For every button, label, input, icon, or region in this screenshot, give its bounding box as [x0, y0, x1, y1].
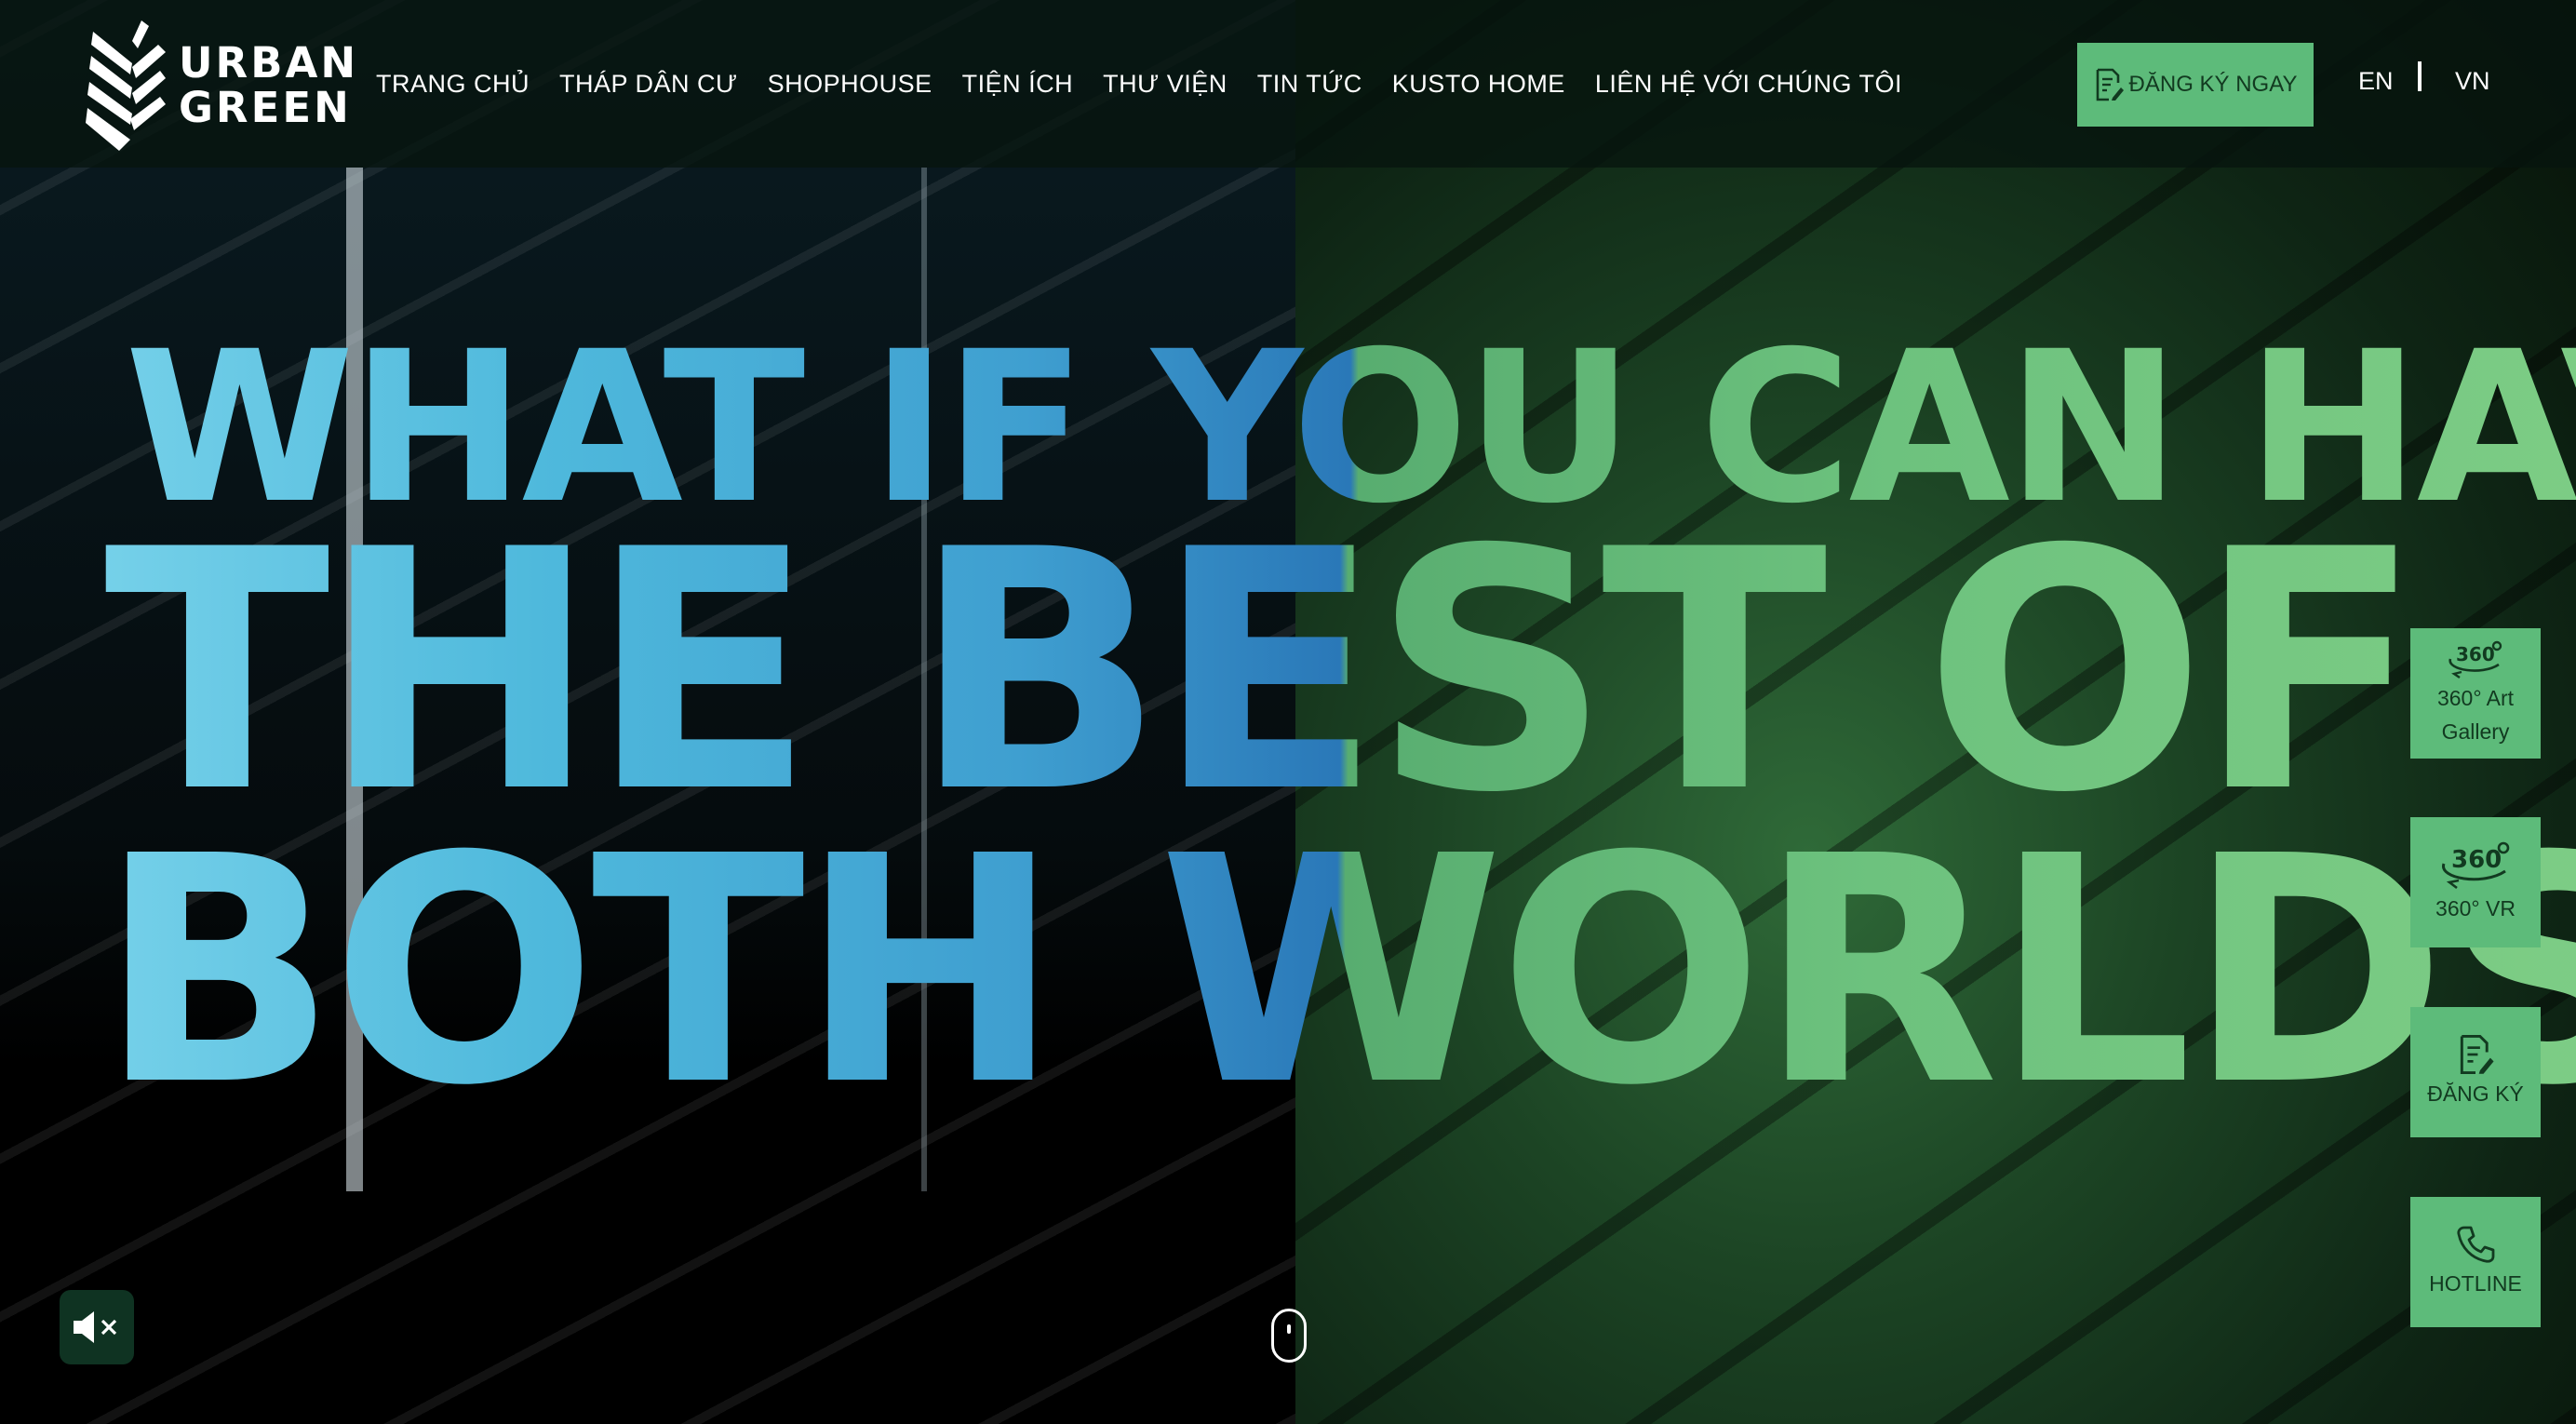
- scroll-wheel-dot: [1287, 1324, 1291, 1334]
- brand-wordmark: URBAN GREEN: [179, 41, 358, 130]
- 360-icon: 360: [2445, 638, 2506, 679]
- nav-item-residential-tower[interactable]: THÁP DÂN CƯ: [559, 70, 738, 99]
- language-vn[interactable]: VN: [2455, 67, 2490, 96]
- hero-background-leaf: [1295, 0, 2576, 1424]
- nav-item-library[interactable]: THƯ VIỆN: [1103, 70, 1228, 99]
- background-pillar: [921, 168, 927, 1191]
- leaf-logo-icon: [86, 20, 166, 151]
- nav-item-kusto-home[interactable]: KUSTO HOME: [1392, 70, 1565, 99]
- mute-button[interactable]: [60, 1290, 134, 1364]
- background-pillar: [346, 168, 363, 1191]
- phone-icon: [2455, 1224, 2496, 1265]
- art-gallery-360-button[interactable]: 360 360° Art Gallery: [2410, 628, 2541, 759]
- scroll-mouse-icon[interactable]: [1271, 1309, 1307, 1363]
- svg-text:360: 360: [2456, 643, 2495, 665]
- document-edit-icon: [2094, 68, 2124, 101]
- hero-background-water: [0, 0, 1295, 1424]
- mute-icon: [74, 1311, 117, 1343]
- svg-text:360: 360: [2451, 846, 2502, 874]
- hotline-label: HOTLINE: [2429, 1271, 2522, 1296]
- nav-item-contact[interactable]: LIÊN HỆ VỚI CHÚNG TÔI: [1595, 70, 1902, 99]
- 360-icon: 360: [2438, 840, 2513, 890]
- register-now-label: ĐĂNG KÝ NGAY: [2128, 72, 2298, 97]
- brand-line-2: GREEN: [179, 83, 352, 132]
- register-now-button[interactable]: ĐĂNG KÝ NGAY: [2077, 43, 2314, 127]
- nav-item-amenities[interactable]: TIỆN ÍCH: [962, 70, 1074, 99]
- brand-logo[interactable]: URBAN GREEN: [86, 20, 356, 151]
- vr-360-button[interactable]: 360 360° VR: [2410, 817, 2541, 947]
- main-nav: TRANG CHỦ THÁP DÂN CƯ SHOPHOUSE TIỆN ÍCH…: [376, 61, 1932, 106]
- hotline-button[interactable]: HOTLINE: [2410, 1197, 2541, 1327]
- language-divider: [2418, 61, 2422, 91]
- art-gallery-label-1: 360° Art: [2436, 686, 2515, 710]
- nav-item-news[interactable]: TIN TỨC: [1257, 70, 1362, 99]
- vr-label: 360° VR: [2435, 896, 2516, 920]
- nav-item-shophouse[interactable]: SHOPHOUSE: [768, 70, 932, 99]
- register-side-label: ĐĂNG KÝ: [2427, 1081, 2524, 1106]
- page: URBAN GREEN TRANG CHỦ THÁP DÂN CƯ SHOPHO…: [0, 0, 2576, 1424]
- language-en[interactable]: EN: [2358, 67, 2394, 96]
- register-side-button[interactable]: ĐĂNG KÝ: [2410, 1007, 2541, 1137]
- register-icon: [2457, 1034, 2494, 1075]
- site-header: URBAN GREEN TRANG CHỦ THÁP DÂN CƯ SHOPHO…: [0, 0, 2576, 168]
- brand-line-1: URBAN: [179, 38, 358, 87]
- art-gallery-label-2: Gallery: [2441, 719, 2510, 744]
- nav-item-home[interactable]: TRANG CHỦ: [376, 70, 530, 99]
